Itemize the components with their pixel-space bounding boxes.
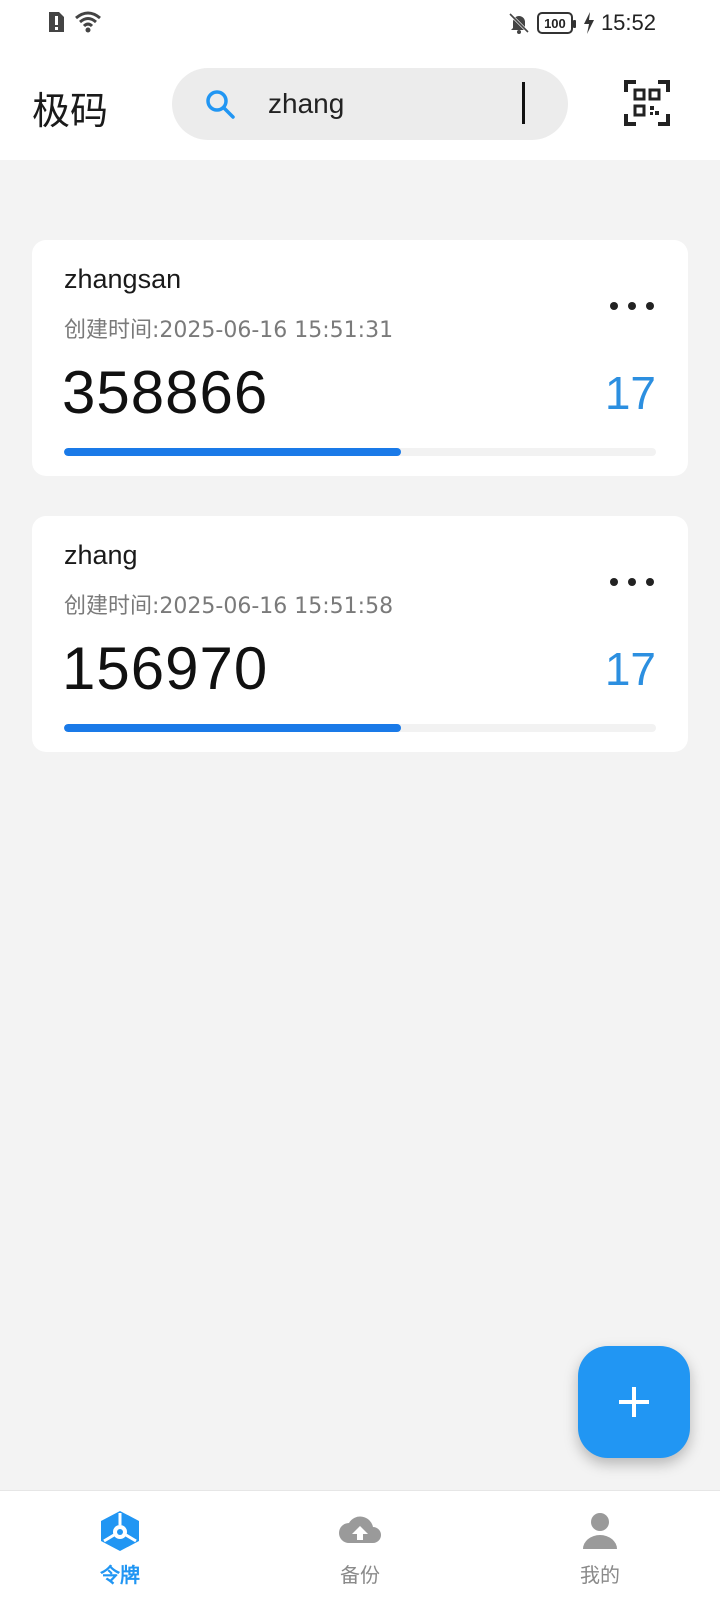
battery-icon: 100 xyxy=(536,12,576,34)
person-icon xyxy=(583,1513,617,1549)
nav-item-tokens[interactable]: 令牌 xyxy=(60,1509,180,1595)
cloud-upload-icon xyxy=(339,1516,381,1543)
token-card[interactable]: zhangsan 创建时间:2025-06-16 15:51:31 358866… xyxy=(32,240,688,476)
countdown-seconds: 17 xyxy=(604,367,656,419)
account-name: zhangsan xyxy=(64,264,182,294)
plus-icon xyxy=(619,1387,649,1417)
nav-label-mine: 我的 xyxy=(580,1563,620,1587)
otp-code[interactable]: 156970 xyxy=(62,634,268,703)
countdown-seconds: 17 xyxy=(604,643,656,695)
charging-icon xyxy=(583,12,594,34)
search-bar[interactable] xyxy=(172,68,568,140)
countdown-progress xyxy=(64,724,656,732)
qr-scan-icon[interactable] xyxy=(624,80,670,126)
created-time: 创建时间:2025-06-16 15:51:58 xyxy=(64,594,394,619)
countdown-progress-fill xyxy=(64,724,402,732)
status-bar: 100 15:52 xyxy=(0,0,720,50)
nav-item-mine[interactable]: 我的 xyxy=(540,1509,660,1595)
bell-off-icon xyxy=(508,12,529,34)
more-options-icon[interactable] xyxy=(610,572,654,592)
bottom-nav: 令牌 备份 我的 xyxy=(0,1490,720,1600)
search-input[interactable] xyxy=(268,82,538,126)
add-token-button[interactable] xyxy=(578,1346,690,1458)
nav-item-backup[interactable]: 备份 xyxy=(300,1509,420,1595)
text-caret xyxy=(522,82,525,124)
countdown-progress xyxy=(64,448,656,456)
status-time: 15:52 xyxy=(600,10,656,35)
token-cube-icon xyxy=(101,1511,139,1551)
otp-code[interactable]: 358866 xyxy=(62,358,268,427)
status-left xyxy=(46,10,102,34)
nav-label-tokens: 令牌 xyxy=(100,1563,140,1587)
app-title: 极码 xyxy=(32,89,109,133)
created-time: 创建时间:2025-06-16 15:51:31 xyxy=(64,318,394,343)
app-header: 极码 xyxy=(0,50,720,160)
more-options-icon[interactable] xyxy=(610,296,654,316)
wifi-icon xyxy=(75,11,101,33)
status-right: 100 15:52 xyxy=(507,10,656,36)
nav-label-backup: 备份 xyxy=(340,1563,380,1587)
account-name: zhang xyxy=(64,540,138,570)
countdown-progress-fill xyxy=(64,448,402,456)
token-card[interactable]: zhang 创建时间:2025-06-16 15:51:58 156970 17 xyxy=(32,516,688,752)
alert-sim-icon xyxy=(49,12,64,32)
search-icon xyxy=(206,90,235,119)
